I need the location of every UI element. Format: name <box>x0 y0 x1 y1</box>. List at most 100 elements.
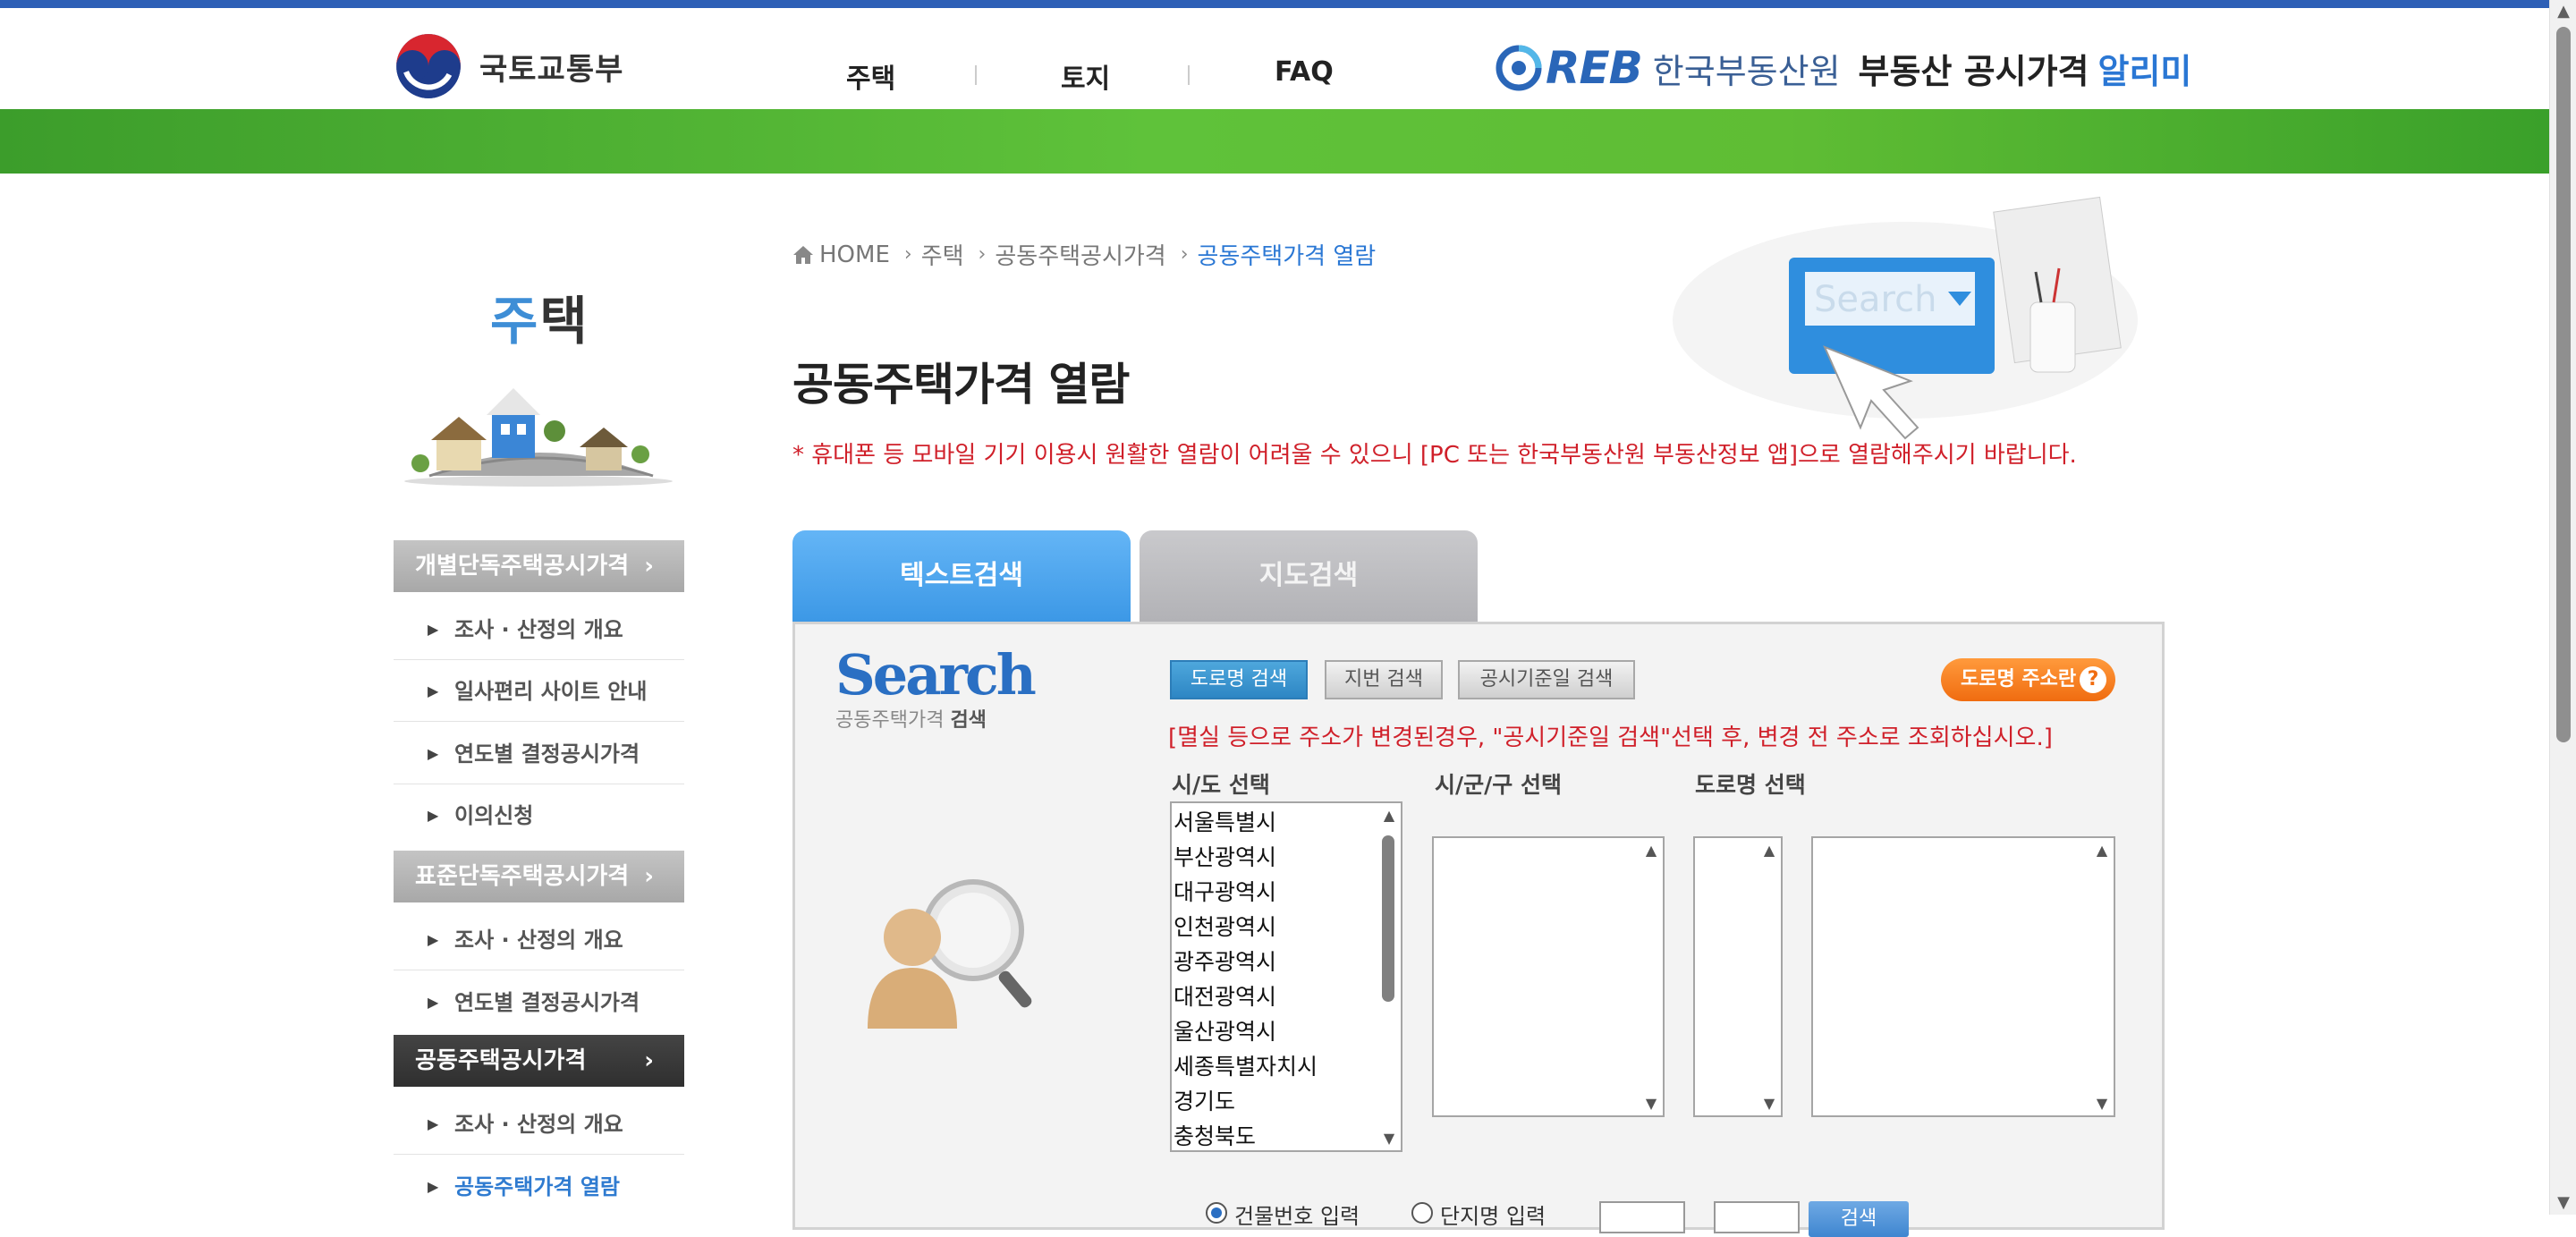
sidebar-item-overview[interactable]: ▶ 조사 · 산정의 개요 <box>394 1094 684 1155</box>
service-highlight: 알리미 <box>2097 51 2192 91</box>
listbox-scrollbar[interactable]: ▲ ▼ <box>1377 803 1401 1150</box>
reb-name: 한국부동산원 <box>1652 51 1841 91</box>
scroll-down-icon[interactable]: ▼ <box>1643 1095 1659 1112</box>
scroll-up-icon[interactable]: ▲ <box>1381 807 1397 824</box>
sidebar-group-label: 개별단독주택공시가격 <box>415 553 630 580</box>
sidebar-item-yearly[interactable]: ▶ 연도별 결정공시가격 <box>394 724 684 784</box>
sigungu-select[interactable]: ▲ ▼ <box>1432 836 1665 1117</box>
jibun-search-button[interactable]: 지번 검색 <box>1325 660 1443 699</box>
question-icon: ? <box>2080 666 2106 693</box>
top-accent-line <box>0 0 2549 8</box>
scroll-down-icon[interactable]: ▼ <box>2550 1191 2576 1215</box>
sido-option[interactable]: 충청북도 <box>1174 1119 1318 1150</box>
search-logo-sub: 공동주택가격 검색 <box>835 704 1034 733</box>
mobile-notice: * 휴대폰 등 모바일 기기 이용시 원활한 열람이 어려울 수 있으니 [PC… <box>792 442 2077 469</box>
green-banner-bar <box>0 109 2549 174</box>
sidebar-item-label: 이의신청 <box>454 803 534 828</box>
road-name-select[interactable]: ▲ ▼ <box>1811 836 2115 1117</box>
sidebar-group-standard[interactable]: 표준단독주택공시가격 › <box>394 851 684 902</box>
sido-option[interactable]: 울산광역시 <box>1174 1014 1318 1049</box>
bullet-icon: ▶ <box>428 621 439 638</box>
sidebar-group-label: 표준단독주택공시가격 <box>415 863 630 890</box>
sido-option[interactable]: 서울특별시 <box>1174 805 1318 840</box>
sido-option[interactable]: 광주광역시 <box>1174 945 1318 979</box>
nav-land[interactable]: 토지 <box>1061 56 1110 96</box>
page-title: 공동주택가격 열람 <box>792 359 1130 411</box>
scroll-down-icon[interactable]: ▼ <box>1381 1130 1397 1147</box>
scroll-down-icon[interactable]: ▼ <box>2094 1095 2110 1112</box>
scrollbar-thumb[interactable] <box>2556 27 2571 742</box>
building-main-number-input[interactable] <box>1599 1201 1685 1233</box>
complex-name-radio[interactable] <box>1411 1202 1433 1224</box>
sidebar-title-first: 주 <box>490 291 540 352</box>
page-scrollbar[interactable]: ▲ ▼ <box>2549 0 2576 1215</box>
nav-housing[interactable]: 주택 <box>846 56 895 96</box>
sigungu-label: 시/군/구 선택 <box>1435 772 1562 798</box>
sido-select[interactable]: 서울특별시 부산광역시 대구광역시 인천광역시 광주광역시 대전광역시 울산광역… <box>1170 801 1402 1152</box>
reb-logo[interactable]: REB 한국부동산원 부동산 공시가격 알리미 <box>1496 42 2191 94</box>
tab-text-search[interactable]: 텍스트검색 <box>792 530 1131 622</box>
sidebar-title: 주택 <box>490 279 589 354</box>
person-magnifier-illustration <box>868 879 1032 1029</box>
sido-option[interactable]: 세종특별자치시 <box>1174 1049 1318 1084</box>
sidebar-item-apartment-view[interactable]: ▶ 공동주택가격 열람 <box>394 1157 684 1217</box>
breadcrumb-housing[interactable]: 주택 <box>921 238 964 271</box>
scroll-down-icon[interactable]: ▼ <box>1761 1095 1777 1112</box>
sido-option[interactable]: 경기도 <box>1174 1084 1318 1119</box>
listbox-scrollbar[interactable]: ▲ ▼ <box>1758 838 1781 1115</box>
sidebar-group-apartment[interactable]: 공동주택공시가격 › <box>394 1035 684 1087</box>
sidebar-item-yearly[interactable]: ▶ 연도별 결정공시가격 <box>394 972 684 1033</box>
sidebar-item-label: 조사 · 산정의 개요 <box>454 928 623 953</box>
sidebar-item-label: 공동주택가격 열람 <box>454 1174 620 1199</box>
taegeuk-emblem-icon <box>396 34 461 98</box>
sidebar-item-label: 일사편리 사이트 안내 <box>454 679 648 704</box>
tab-map-search[interactable]: 지도검색 <box>1140 530 1478 622</box>
nav-divider <box>1188 65 1190 85</box>
search-logo-word: Search <box>835 642 1037 707</box>
listbox-scrollbar[interactable]: ▲ ▼ <box>2090 838 2114 1115</box>
chevron-right-icon: › <box>644 553 654 580</box>
scroll-up-icon[interactable]: ▲ <box>1761 842 1777 859</box>
ministry-logo[interactable]: 국토교통부 <box>394 31 623 101</box>
road-initial-select[interactable]: ▲ ▼ <box>1693 836 1783 1117</box>
search-logo-sub-b: 검색 <box>950 709 987 732</box>
site-header: 국토교통부 주택 토지 FAQ REB 한국부동산원 부동산 공시가격 알리미 <box>0 8 2549 109</box>
listbox-scrollbar[interactable]: ▲ ▼ <box>1640 838 1663 1115</box>
sidebar-group-individual[interactable]: 개별단독주택공시가격 › <box>394 540 684 592</box>
building-number-radio[interactable] <box>1206 1202 1227 1224</box>
bullet-icon: ▶ <box>428 1178 439 1195</box>
sidebar-item-objection[interactable]: ▶ 이의신청 <box>394 785 684 846</box>
breadcrumb-home[interactable]: HOME <box>819 241 890 268</box>
road-search-button[interactable]: 도로명 검색 <box>1170 660 1308 699</box>
date-search-button[interactable]: 공시기준일 검색 <box>1458 660 1635 699</box>
road-address-help-button[interactable]: 도로명 주소란? <box>1941 658 2115 701</box>
sido-option[interactable]: 대전광역시 <box>1174 979 1318 1014</box>
sido-option[interactable]: 인천광역시 <box>1174 910 1318 945</box>
sidebar-item-ilsapyeonri[interactable]: ▶ 일사편리 사이트 안내 <box>394 661 684 722</box>
sidebar-item-label: 조사 · 산정의 개요 <box>454 1112 623 1137</box>
breadcrumb: HOME › 주택 › 공동주택공시가격 › 공동주택가격 열람 <box>792 238 1376 271</box>
sidebar-item-label: 연도별 결정공시가격 <box>454 741 640 767</box>
scroll-up-icon[interactable]: ▲ <box>2550 0 2576 23</box>
ministry-name: 국토교통부 <box>479 51 624 88</box>
reb-mark-icon <box>1496 45 1542 91</box>
sido-option[interactable]: 대구광역시 <box>1174 875 1318 910</box>
sido-option[interactable]: 부산광역시 <box>1174 840 1318 875</box>
scroll-up-icon[interactable]: ▲ <box>2094 842 2110 859</box>
breadcrumb-separator: › <box>903 243 912 266</box>
chevron-right-icon: › <box>644 1047 654 1074</box>
building-sub-number-input[interactable] <box>1714 1201 1800 1233</box>
scrollbar-thumb[interactable] <box>1382 835 1394 1002</box>
sidebar-item-overview[interactable]: ▶ 조사 · 산정의 개요 <box>394 910 684 970</box>
scroll-up-icon[interactable]: ▲ <box>1643 842 1659 859</box>
road-label: 도로명 선택 <box>1695 772 1806 798</box>
search-submit-button[interactable]: 검색 <box>1809 1201 1909 1237</box>
reb-wordmark: REB <box>1546 42 1643 94</box>
breadcrumb-apartment[interactable]: 공동주택공시가격 <box>995 238 1165 271</box>
bullet-icon: ▶ <box>428 745 439 762</box>
chevron-right-icon: › <box>644 863 654 890</box>
sidebar-item-overview[interactable]: ▶ 조사 · 산정의 개요 <box>394 599 684 660</box>
nav-faq[interactable]: FAQ <box>1275 56 1334 88</box>
bullet-icon: ▶ <box>428 682 439 699</box>
help-button-label: 도로명 주소란 <box>1961 668 2077 691</box>
